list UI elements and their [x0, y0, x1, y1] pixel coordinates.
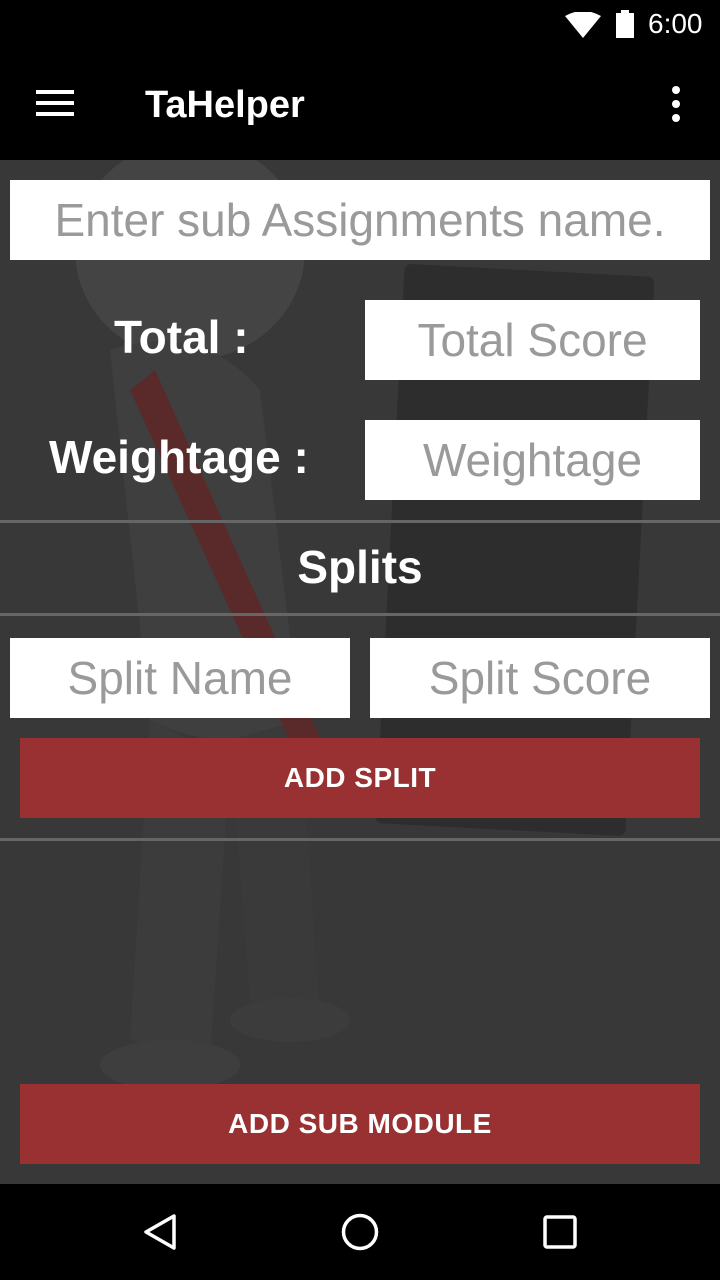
- divider-bottom: [0, 838, 720, 841]
- app-title: TaHelper: [145, 84, 305, 126]
- wifi-icon: [565, 12, 601, 38]
- status-bar: 6:00: [0, 0, 720, 50]
- add-split-button[interactable]: ADD SPLIT: [20, 738, 700, 818]
- clock: 6:00: [648, 8, 703, 39]
- navigation-bar: [0, 1184, 720, 1280]
- total-label: Total :: [114, 311, 249, 363]
- split-score-input[interactable]: [370, 638, 710, 718]
- divider-splits: [0, 613, 720, 616]
- form-content: Total : Weightage : Splits ADD SPLIT ADD…: [0, 160, 720, 1184]
- assignment-name-input[interactable]: [10, 180, 710, 260]
- more-options-icon[interactable]: [664, 84, 688, 124]
- add-sub-module-button[interactable]: ADD SUB MODULE: [20, 1084, 700, 1164]
- app-bar: TaHelper: [0, 50, 720, 160]
- total-score-input[interactable]: [365, 300, 700, 380]
- recents-icon[interactable]: [542, 1214, 578, 1250]
- home-icon[interactable]: [340, 1212, 380, 1252]
- splits-heading: Splits: [297, 541, 423, 593]
- battery-icon: [616, 10, 634, 38]
- weightage-input[interactable]: [365, 420, 700, 500]
- split-name-input[interactable]: [10, 638, 350, 718]
- weightage-label: Weightage :: [49, 431, 309, 483]
- menu-icon[interactable]: [36, 88, 76, 120]
- divider-top: [0, 520, 720, 523]
- back-icon[interactable]: [140, 1212, 180, 1252]
